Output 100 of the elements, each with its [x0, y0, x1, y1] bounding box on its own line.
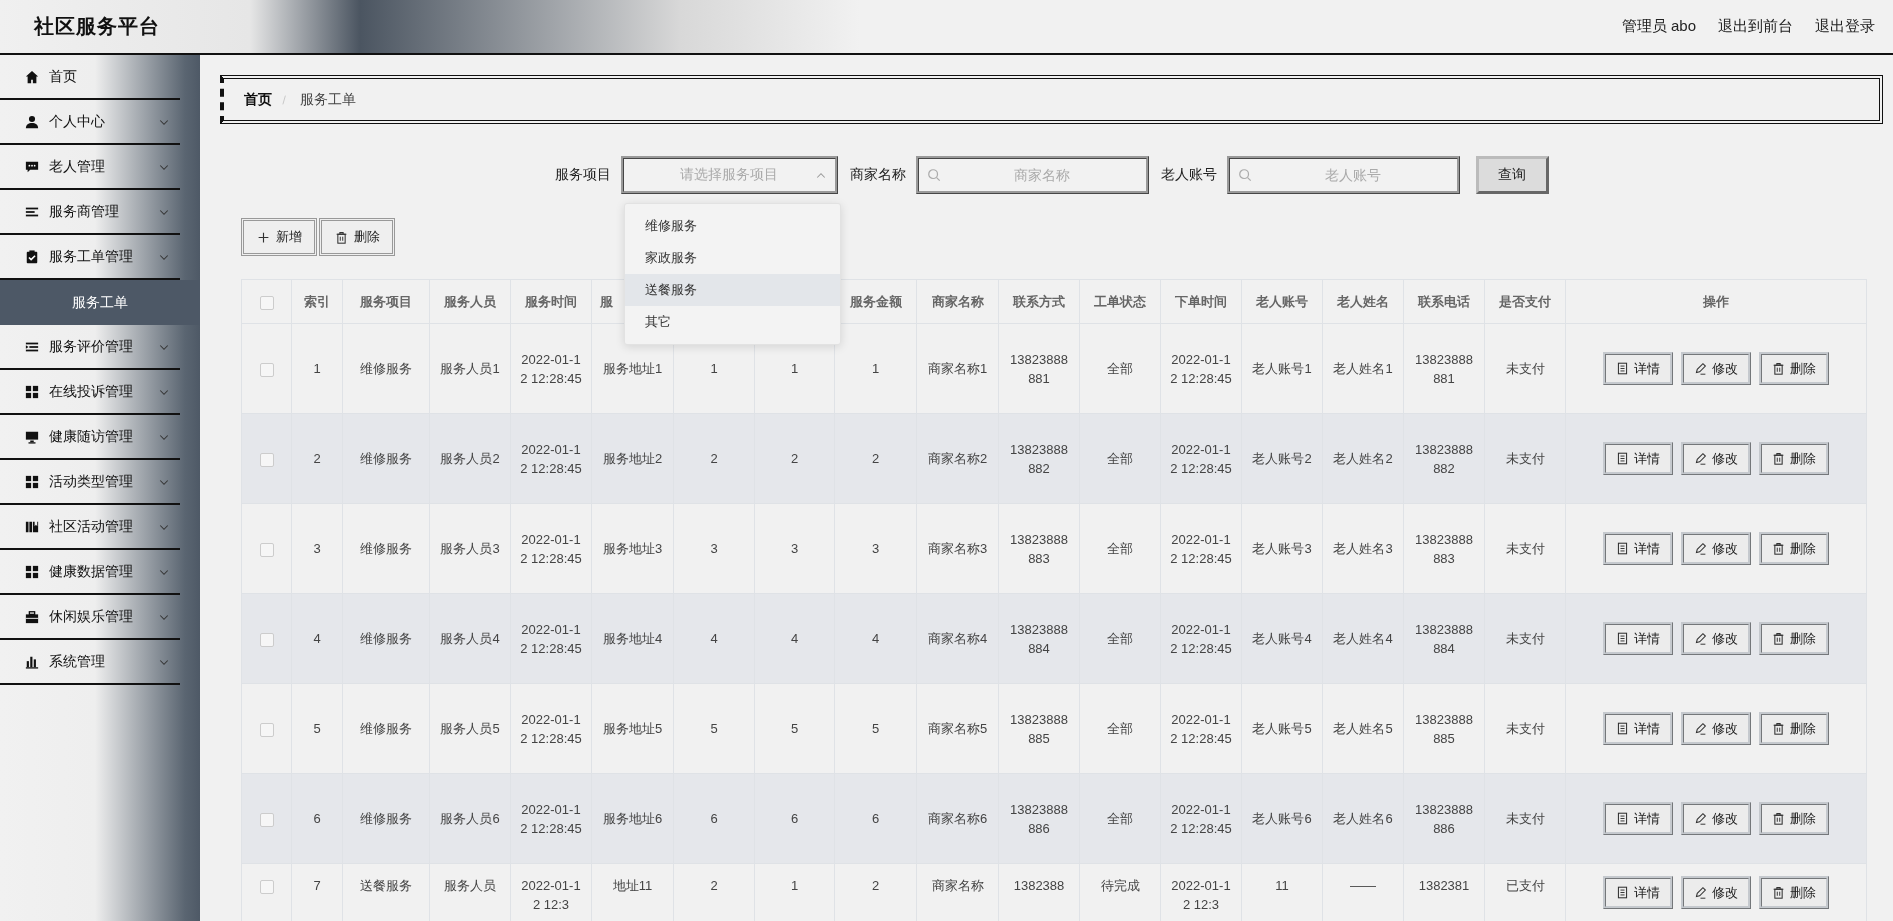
table-cell-text: 全部 [1107, 540, 1133, 558]
table-cell-text: 5 [710, 720, 718, 738]
detail-button[interactable]: 详情 [1603, 802, 1673, 835]
table-cell-text: 2022-01-12 12:28:45 [1169, 620, 1233, 658]
search-field[interactable]: 商家名称 [915, 156, 1149, 194]
edit-button[interactable]: 修改 [1681, 802, 1751, 835]
checkbox[interactable] [259, 295, 274, 310]
table-cell-text: 老人姓名3 [1333, 540, 1393, 558]
table-cell-text: 1382381 [1418, 877, 1470, 895]
checkbox[interactable] [259, 362, 274, 377]
search-button[interactable]: 查询 [1475, 156, 1549, 194]
search-field[interactable]: 老人账号 [1226, 156, 1460, 194]
edit-button[interactable]: 修改 [1681, 712, 1751, 745]
checkbox[interactable] [259, 722, 274, 737]
detail-button[interactable]: 详情 [1603, 622, 1673, 655]
checkbox[interactable] [259, 812, 274, 827]
delete-button[interactable]: 删除 [1759, 442, 1829, 475]
table-cell-text: 维修服务 [360, 450, 412, 468]
table-cell-text: 2022-01-12 12:28:45 [519, 620, 583, 658]
table-cell-text: 服务地址6 [602, 810, 663, 828]
pen-icon [1694, 722, 1707, 735]
add-button[interactable]: 新增 [241, 218, 317, 256]
column-header: 索引 [304, 293, 330, 311]
table-cell-text: 服务地址5 [602, 720, 663, 738]
detail-button[interactable]: 详情 [1603, 876, 1673, 909]
pen-icon [1694, 812, 1707, 825]
table-cell-text: 1 [790, 877, 799, 895]
trash-icon [1772, 632, 1785, 645]
edit-button[interactable]: 修改 [1681, 532, 1751, 565]
table-cell-text: 13823888884 [1414, 620, 1474, 658]
delete-button[interactable]: 删除 [1759, 712, 1829, 745]
briefcase-icon [25, 609, 39, 624]
sidebar-item[interactable]: 在线投诉管理 [0, 370, 180, 415]
delete-button[interactable]: 删除 [1759, 352, 1829, 385]
table-cell-text: 维修服务 [360, 360, 412, 378]
table-cell-text: 维修服务 [360, 540, 412, 558]
table-cell-text: 13823888886 [1009, 800, 1069, 838]
checkbox[interactable] [259, 879, 274, 894]
table-cell-text: 5 [790, 720, 799, 738]
header-link[interactable]: 退出到前台 [1718, 17, 1793, 36]
sidebar-item[interactable]: 服务商管理 [0, 190, 180, 235]
column-header: 老人姓名 [1337, 293, 1389, 311]
delete-button[interactable]: 删除 [1759, 622, 1829, 655]
document-icon [1616, 812, 1629, 825]
dropdown-option[interactable]: 维修服务 [624, 210, 840, 242]
delete-button[interactable]: 删除 [319, 218, 395, 256]
table-cell-text: 老人姓名5 [1333, 720, 1393, 738]
sidebar-item[interactable]: 系统管理 [0, 640, 180, 685]
dropdown-option[interactable]: 其它 [624, 306, 840, 338]
table-cell-text: 5 [313, 720, 321, 738]
sidebar-item[interactable]: 老人管理 [0, 145, 180, 190]
detail-button[interactable]: 详情 [1603, 352, 1673, 385]
header-link[interactable]: 退出登录 [1815, 17, 1875, 36]
detail-button[interactable]: 详情 [1603, 532, 1673, 565]
header-link[interactable]: 管理员 abo [1621, 17, 1696, 36]
table-cell-text: 13823888886 [1414, 800, 1474, 838]
checkbox[interactable] [259, 542, 274, 557]
edit-button[interactable]: 修改 [1681, 622, 1751, 655]
edit-button[interactable]: 修改 [1681, 442, 1751, 475]
table-cell-text: 全部 [1107, 720, 1133, 738]
edit-button[interactable]: 修改 [1681, 352, 1751, 385]
trash-icon [1772, 452, 1785, 465]
document-icon [1616, 632, 1629, 645]
sidebar-item[interactable]: 健康数据管理 [0, 550, 180, 595]
table-cell-text: 全部 [1107, 360, 1133, 378]
table-cell-text: 已支付 [1505, 877, 1545, 895]
edit-button[interactable]: 修改 [1681, 876, 1751, 909]
checkbox[interactable] [259, 632, 274, 647]
table-cell-text: 未支付 [1505, 630, 1545, 648]
breadcrumb-link[interactable]: 首页 [244, 90, 272, 109]
table-cell-text: 2022-01-12 12:28:45 [519, 350, 583, 388]
table-cell-text: 2 [710, 877, 718, 895]
table-cell-text: 13823888882 [1414, 440, 1474, 478]
sidebar-item[interactable]: 个人中心 [0, 100, 180, 145]
dropdown-option[interactable]: 送餐服务 [624, 274, 840, 306]
detail-button[interactable]: 详情 [1603, 712, 1673, 745]
table-cell-text: 商家名称3 [927, 540, 988, 558]
sidebar-item[interactable]: 休闲娱乐管理 [0, 595, 180, 640]
plus-icon [256, 230, 270, 244]
sidebar-item[interactable]: 社区活动管理 [0, 505, 180, 550]
detail-button[interactable]: 详情 [1603, 442, 1673, 475]
document-icon [1616, 722, 1629, 735]
table-cell-text: 服务人员 [444, 877, 496, 895]
delete-button[interactable]: 删除 [1759, 802, 1829, 835]
table-cell-text: 未支付 [1505, 450, 1545, 468]
delete-button[interactable]: 删除 [1759, 532, 1829, 565]
table-cell-text: 1 [313, 360, 321, 378]
table-cell-text: 13823888885 [1414, 710, 1474, 748]
dropdown-option[interactable]: 家政服务 [624, 242, 840, 274]
table-cell-text: 13823888883 [1414, 530, 1474, 568]
sidebar-item[interactable]: 健康随访管理 [0, 415, 180, 460]
checkbox[interactable] [259, 452, 274, 467]
delete-button[interactable]: 删除 [1759, 876, 1829, 909]
table-cell-text: 1 [790, 360, 799, 378]
sidebar-item[interactable]: 服务评价管理 [0, 325, 180, 370]
table-cell-text: 服务地址3 [602, 540, 663, 558]
submenu-item[interactable]: 服务工单 [0, 280, 200, 325]
sidebar-item[interactable]: 活动类型管理 [0, 460, 180, 505]
table-cell-text: 老人姓名2 [1333, 450, 1393, 468]
sidebar-item[interactable]: 首页 [0, 55, 180, 100]
